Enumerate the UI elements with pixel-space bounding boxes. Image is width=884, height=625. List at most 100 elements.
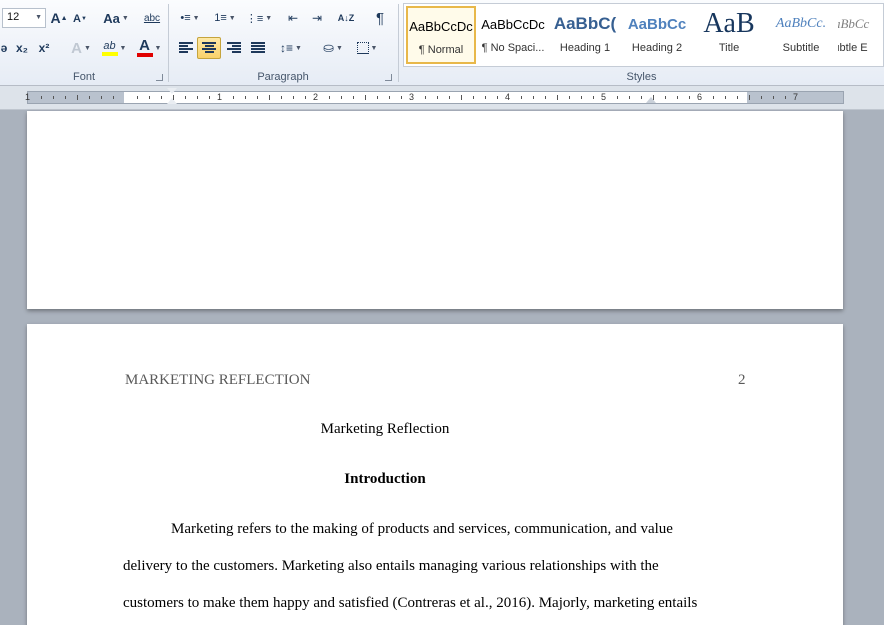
font-color-bar bbox=[136, 53, 153, 57]
superscript-icon: x² bbox=[38, 41, 50, 55]
ruler-tick bbox=[629, 96, 630, 99]
ruler-tick bbox=[245, 96, 246, 99]
paragraph-dialog-launcher[interactable] bbox=[385, 74, 392, 81]
decrease-indent-button[interactable]: ⇤ bbox=[283, 7, 303, 29]
sort-icon: A↓Z bbox=[337, 13, 355, 23]
ruler-number: 4 bbox=[505, 92, 511, 102]
clear-formatting-button[interactable]: abc bbox=[142, 7, 162, 29]
superscript-button[interactable]: x² bbox=[36, 37, 52, 59]
show-formatting-button[interactable]: ¶ bbox=[371, 7, 389, 29]
ruler-tick bbox=[725, 96, 726, 99]
style-heading-1[interactable]: AaBbC( Heading 1 bbox=[550, 6, 620, 64]
align-center-button[interactable] bbox=[197, 37, 221, 59]
sort-button[interactable]: A↓Z bbox=[335, 7, 357, 29]
body-text-line: customers to make them happy and satisfi… bbox=[123, 595, 698, 611]
style-preview: AaB bbox=[703, 8, 755, 39]
styles-group-label: Styles bbox=[626, 71, 657, 83]
ruler-tick bbox=[305, 96, 306, 99]
increase-indent-button[interactable]: ⇥ bbox=[307, 7, 327, 29]
ruler-tick bbox=[389, 96, 390, 99]
style-subtitle[interactable]: AaBbCc. Subtitle bbox=[766, 6, 836, 64]
borders-button[interactable]: ▼ bbox=[353, 37, 381, 59]
ruler-tick bbox=[293, 96, 294, 99]
ruler-number: 3 bbox=[409, 92, 415, 102]
ruler-tick bbox=[101, 96, 102, 99]
grow-font-icon: A bbox=[50, 10, 61, 26]
document-page[interactable]: MARKETING REFLECTION 2 Marketing Reflect… bbox=[27, 324, 843, 625]
style-name: Title bbox=[718, 42, 740, 54]
font-group-label: Font bbox=[72, 71, 95, 83]
shading-button[interactable]: ⛀ ▼ bbox=[319, 37, 347, 59]
align-center-icon bbox=[202, 42, 216, 54]
style-subtle-emphasis[interactable]: AaBbCc Subtle E bbox=[838, 6, 884, 64]
style-heading-2[interactable]: AaBbCc Heading 2 bbox=[622, 6, 692, 64]
ruler-tick bbox=[761, 96, 762, 99]
ruler-tick bbox=[269, 95, 270, 100]
document-page[interactable] bbox=[27, 111, 843, 309]
right-indent-marker[interactable] bbox=[646, 97, 656, 103]
ruler-tick bbox=[257, 96, 258, 99]
ruler-number: 6 bbox=[697, 92, 703, 102]
ruler-tick bbox=[449, 96, 450, 99]
ruler-number: 5 bbox=[601, 92, 607, 102]
clear-formatting-icon: abc bbox=[143, 12, 161, 24]
bullets-button[interactable]: •≡ ▼ bbox=[177, 7, 203, 29]
highlight-button[interactable]: ab ▼ bbox=[98, 37, 130, 59]
change-case-button[interactable]: Aa ▼ bbox=[102, 7, 130, 29]
numbering-button[interactable]: 1≡ ▼ bbox=[211, 7, 239, 29]
style-normal[interactable]: AaBbCcDc ¶ Normal bbox=[406, 6, 476, 64]
section-heading: Introduction bbox=[344, 471, 426, 487]
ruler-tick bbox=[425, 96, 426, 99]
ruler-tick bbox=[41, 96, 42, 99]
style-preview: AaBbC( bbox=[553, 14, 617, 33]
align-right-icon bbox=[227, 42, 241, 54]
ruler-tick bbox=[281, 96, 282, 99]
multilevel-list-button[interactable]: ⋮≡ ▼ bbox=[245, 7, 273, 29]
ruler-tick bbox=[149, 96, 150, 99]
ruler-tick bbox=[593, 96, 594, 99]
style-name: Subtitle bbox=[782, 42, 820, 54]
align-left-button[interactable] bbox=[175, 37, 197, 59]
paragraph-group-label: Paragraph bbox=[257, 71, 309, 83]
ruler-left-margin bbox=[28, 92, 124, 103]
style-name: ¶ No Spaci... bbox=[481, 42, 545, 54]
style-no-spacing[interactable]: AaBbCcDc ¶ No Spaci... bbox=[478, 6, 548, 64]
first-line-indent-marker[interactable] bbox=[167, 88, 177, 94]
ruler-number: 2 bbox=[313, 92, 319, 102]
chevron-down-icon: ▼ bbox=[35, 14, 42, 21]
ruler-tick bbox=[185, 96, 186, 99]
shrink-font-icon: A bbox=[73, 13, 81, 25]
strikethrough-button[interactable]: ə bbox=[0, 37, 10, 59]
page-number: 2 bbox=[738, 372, 746, 388]
align-right-button[interactable] bbox=[223, 37, 245, 59]
paragraph-group: •≡ ▼ 1≡ ▼ ⋮≡ ▼ ⇤ ⇥ A↓Z ¶ ↕≡ ▼ ⛀ ▼ ▼ Para… bbox=[169, 0, 397, 86]
ruler-tick bbox=[113, 96, 114, 99]
ruler-tick bbox=[749, 95, 750, 100]
font-color-button[interactable]: A ▼ bbox=[134, 37, 164, 59]
ruler-tick bbox=[197, 96, 198, 99]
grow-font-button[interactable]: A ▲ bbox=[50, 7, 68, 29]
font-dialog-launcher[interactable] bbox=[156, 74, 163, 81]
ruler-number: 7 bbox=[793, 92, 799, 102]
ruler-tick bbox=[737, 96, 738, 99]
ruler-tick bbox=[461, 95, 462, 100]
style-title[interactable]: AaB Title bbox=[694, 6, 764, 64]
ruler-tick bbox=[665, 96, 666, 99]
ruler-tick bbox=[641, 96, 642, 99]
line-spacing-button[interactable]: ↕≡ ▼ bbox=[277, 37, 305, 59]
font-size-select[interactable]: 12 ▼ bbox=[2, 8, 46, 28]
document-title: Marketing Reflection bbox=[320, 421, 450, 437]
text-effects-button[interactable]: A ▼ bbox=[68, 37, 94, 59]
ruler-tick bbox=[77, 95, 78, 100]
justify-button[interactable] bbox=[247, 37, 269, 59]
shrink-font-button[interactable]: A ▼ bbox=[72, 8, 88, 30]
ruler-tick bbox=[161, 96, 162, 99]
decrease-indent-icon: ⇤ bbox=[287, 11, 299, 25]
ruler-tick bbox=[689, 96, 690, 99]
hanging-indent-marker[interactable] bbox=[167, 98, 177, 104]
ruler-tick bbox=[137, 96, 138, 99]
body-text-line: Marketing refers to the making of produc… bbox=[171, 521, 673, 537]
horizontal-ruler[interactable]: 1 1 2 3 4 5 6 7 bbox=[0, 86, 884, 110]
subscript-button[interactable]: x₂ bbox=[14, 37, 30, 59]
ribbon: 12 ▼ A ▲ A ▼ Aa ▼ abc ə x₂ x² A ▼ ab ▼ A… bbox=[0, 0, 884, 86]
